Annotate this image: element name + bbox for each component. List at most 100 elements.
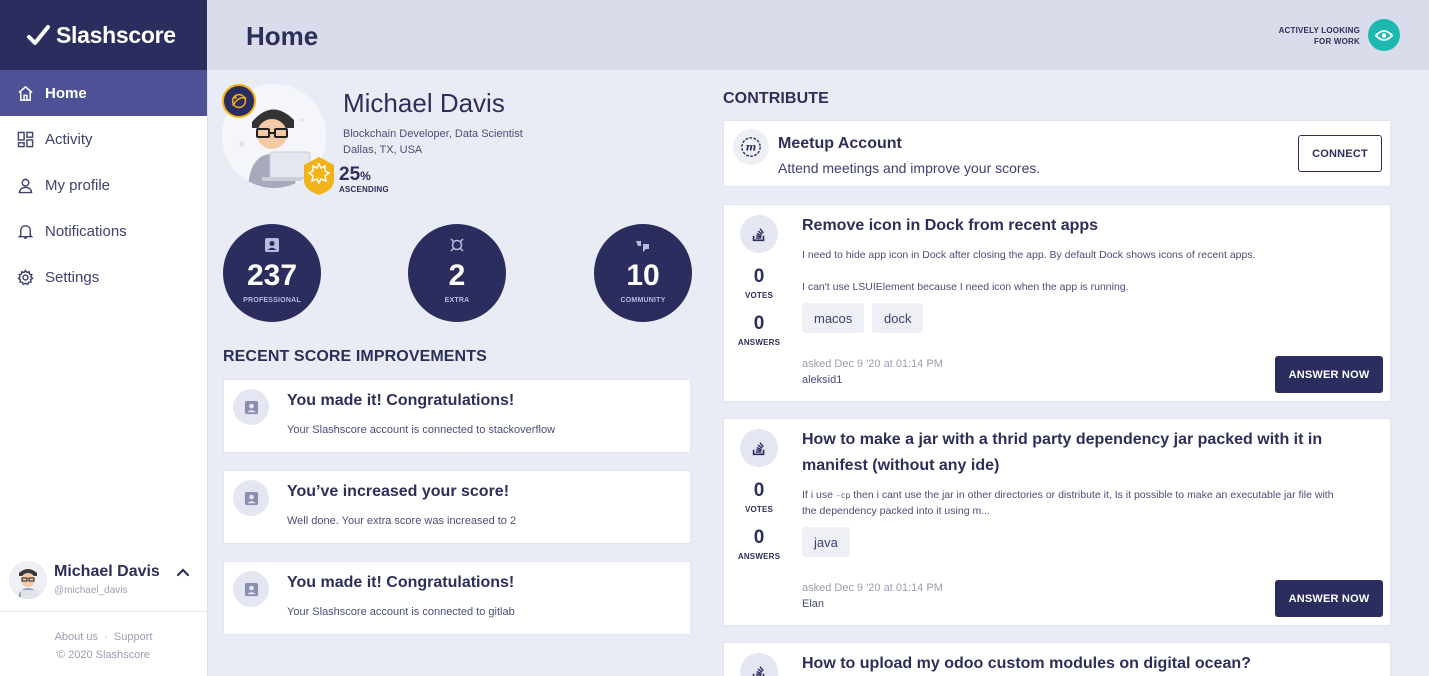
professional-score[interactable]: 237 PROFESSIONAL (223, 224, 321, 322)
support-link[interactable]: Support (114, 631, 153, 643)
profile-summary: 25% ASCENDING Michael Davis Blockchain D… (222, 84, 692, 204)
user-handle: @michael_davis (54, 585, 128, 596)
rank-shield-icon (304, 157, 334, 195)
page-title: Home (246, 21, 319, 51)
question-card: How to upload my odoo custom modules on … (723, 642, 1391, 676)
about-link[interactable]: About us (55, 631, 98, 643)
sidebar-item-home[interactable]: Home (0, 70, 207, 116)
answers-count: 0 (753, 313, 765, 334)
improvement-title: You made it! Congratulations! (287, 392, 515, 409)
improvement-desc: Your Slashscore account is connected to … (287, 424, 556, 436)
top-bar: Home ACTIVELY LOOKING FOR WORK (208, 0, 1429, 70)
answer-now-button[interactable]: ANSWER NOW (1275, 580, 1383, 617)
brand-logo[interactable]: Slashscore (0, 0, 207, 70)
meetup-icon: m (733, 129, 769, 165)
work-status-label: ACTIVELY LOOKING FOR WORK (1279, 25, 1360, 47)
profile-location: Dallas, TX, USA (343, 144, 423, 156)
meetup-card: m Meetup Account Attend meetings and imp… (723, 120, 1391, 187)
sidebar-item-notifications[interactable]: Notifications (0, 208, 207, 254)
votes-label: VOTES (744, 291, 774, 300)
stackoverflow-icon (740, 215, 778, 253)
footer-separator: · (101, 631, 111, 643)
improvement-card[interactable]: You made it! Congratulations! Your Slash… (223, 561, 691, 635)
question-asked-date: asked Dec 9 '20 at 01:14 PM (802, 358, 943, 370)
improvement-title: You’ve increased your score! (287, 483, 510, 500)
sidebar-item-label: Home (45, 84, 87, 102)
question-body-line2: I can't use LSUIElement because I need i… (802, 281, 1129, 293)
community-score[interactable]: 10 COMMUNITY (594, 224, 692, 322)
profile-role: Blockchain Developer, Data Scientist (343, 128, 523, 140)
votes-count: 0 (753, 266, 765, 287)
dashboard-icon (17, 131, 34, 148)
eye-icon (1375, 29, 1393, 41)
sidebar-user-card[interactable]: Michael Davis @michael_davis (0, 548, 207, 612)
user-name: Michael Davis (54, 563, 160, 580)
sidebar-item-settings[interactable]: Settings (0, 254, 207, 300)
answers-label: ANSWERS (737, 552, 781, 561)
contribute-title: CONTRIBUTE (723, 90, 829, 107)
score-value: 10 (626, 259, 660, 292)
tag-macos[interactable]: macos (802, 303, 865, 333)
tag-java[interactable]: java (802, 527, 850, 557)
rank-label: ASCENDING (339, 185, 389, 194)
rank-percent: 25% (339, 164, 371, 186)
body-text: If i use (802, 489, 833, 501)
sidebar-item-activity[interactable]: Activity (0, 116, 207, 162)
work-status-line1: ACTIVELY LOOKING (1278, 26, 1360, 35)
user-info: Michael Davis @michael_davis (54, 563, 160, 596)
recent-improvements-title: RECENT SCORE IMPROVEMENTS (223, 348, 487, 365)
bell-icon (17, 223, 34, 240)
brand-name: Slashscore (56, 21, 176, 48)
question-body-line2: the dependency packed into it using m... (802, 505, 990, 517)
sidebar-item-label: Settings (45, 268, 100, 286)
stackoverflow-icon (740, 429, 778, 467)
question-title-line1[interactable]: How to make a jar with a thrid party dep… (802, 427, 1322, 453)
chevron-up-icon[interactable] (175, 564, 191, 580)
score-label: COMMUNITY (620, 297, 666, 304)
copyright: © 2020 Slashscore (56, 649, 151, 661)
tag-dock[interactable]: dock (872, 303, 924, 333)
body-code: -cp (835, 491, 851, 500)
sidebar-nav: Home Activity My profile Notifications S… (0, 70, 207, 300)
rank-percent-unit: % (360, 169, 371, 183)
sidebar-item-my-profile[interactable]: My profile (0, 162, 207, 208)
sidebar-footer: About us · Support © 2020 Slashscore (0, 628, 207, 664)
score-circles: 237 PROFESSIONAL 2 EXTRA 10 COMMUNITY (222, 224, 692, 322)
id-card-icon (233, 571, 269, 607)
slash-logo-icon (27, 25, 50, 45)
orbit-icon (231, 93, 247, 109)
question-title[interactable]: How to upload my odoo custom modules on … (802, 651, 1251, 676)
answer-now-button[interactable]: ANSWER NOW (1275, 356, 1383, 393)
community-icon (636, 241, 649, 252)
improvement-title: You made it! Congratulations! (287, 574, 515, 591)
work-status-toggle[interactable] (1368, 19, 1400, 51)
question-body-line1: I need to hide app icon in Dock after cl… (802, 249, 1256, 261)
question-card: 0 VOTES 0 ANSWERS Remove icon in Dock fr… (723, 204, 1391, 402)
home-icon (17, 85, 34, 102)
question-asked-date: asked Dec 9 '20 at 01:14 PM (802, 582, 943, 594)
votes-label: VOTES (744, 505, 774, 514)
improvement-card[interactable]: You made it! Congratulations! Your Slash… (223, 379, 691, 453)
id-card-icon (233, 480, 269, 516)
question-author[interactable]: Elan (802, 598, 824, 610)
score-value: 2 (448, 259, 466, 292)
question-title[interactable]: Remove icon in Dock from recent apps (802, 213, 1098, 239)
improvement-card[interactable]: You’ve increased your score! Well done. … (223, 470, 691, 544)
level-badge (222, 84, 256, 118)
id-card-icon (265, 238, 279, 252)
question-card: 0 VOTES 0 ANSWERS How to make a jar with… (723, 418, 1391, 626)
sidebar-item-label: Notifications (45, 222, 127, 240)
extra-score[interactable]: 2 EXTRA (408, 224, 506, 322)
score-value: 237 (246, 259, 298, 292)
question-title-line2[interactable]: manifest (without any ide) (802, 453, 999, 479)
votes-count: 0 (753, 480, 765, 501)
question-author[interactable]: aleksid1 (802, 374, 842, 386)
improvement-desc: Well done. Your extra score was increase… (287, 515, 517, 527)
connect-button[interactable]: CONNECT (1298, 135, 1382, 172)
meetup-title: Meetup Account (778, 135, 902, 152)
avatar (9, 560, 47, 599)
user-icon (17, 177, 34, 194)
question-body-line1: If i use -cp then i cant use the jar in … (802, 487, 1384, 504)
score-label: PROFESSIONAL (243, 297, 301, 304)
answers-label: ANSWERS (737, 338, 781, 347)
